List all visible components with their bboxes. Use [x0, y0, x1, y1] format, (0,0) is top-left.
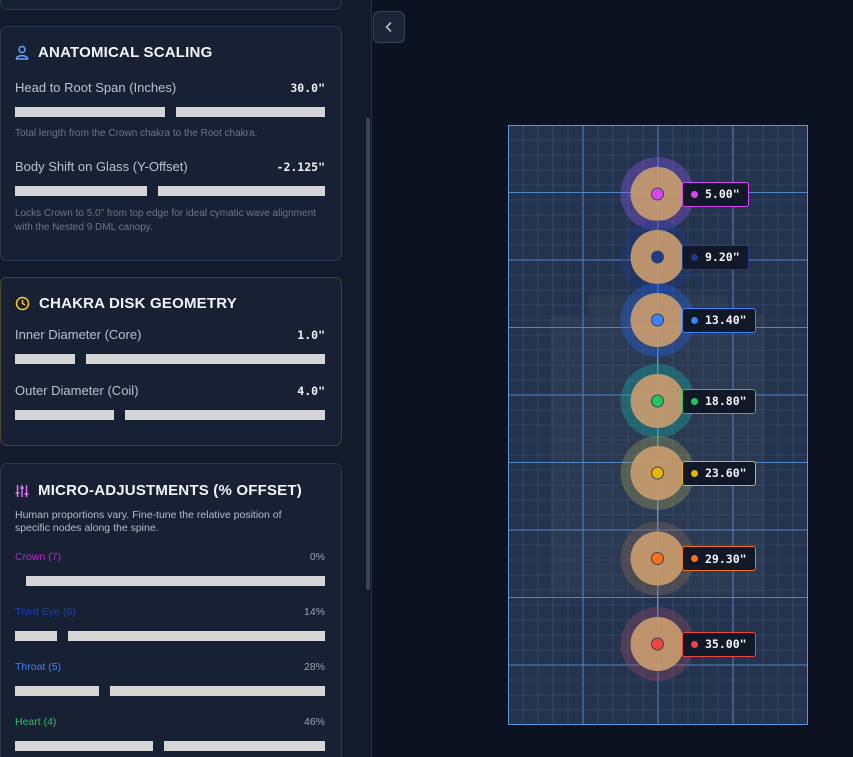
marker-value: 35.00": [705, 637, 747, 651]
inner-diameter-slider[interactable]: [15, 352, 325, 366]
chevron-left-icon: [385, 21, 392, 33]
sidebar-scrollbar[interactable]: [366, 118, 370, 590]
node-offset-slider-track[interactable]: [15, 741, 325, 751]
marker-value: 13.40": [705, 313, 747, 327]
shift-value: -2.125": [276, 160, 325, 174]
chakra-core-dot: [651, 552, 664, 565]
node-percent: 28%: [303, 661, 325, 673]
shift-slider-track[interactable]: [15, 186, 325, 196]
marker-color-dot: [691, 640, 698, 648]
outer-diameter-value: 4.0": [297, 384, 325, 398]
anatomical-scaling-card: ANATOMICAL SCALING Head to Root Span (In…: [0, 26, 342, 261]
chakra-core-dot: [651, 187, 664, 201]
marker-color-dot: [691, 253, 698, 261]
span-slider[interactable]: [15, 105, 325, 119]
span-slider-thumb[interactable]: [165, 105, 176, 119]
shift-slider-thumb[interactable]: [147, 184, 158, 198]
chakra-disk-geometry-card: CHAKRA DISK GEOMETRY Inner Diameter (Cor…: [0, 277, 342, 446]
node-offset-slider[interactable]: [15, 629, 325, 643]
span-help: Total length from the Crown chakra to th…: [15, 128, 258, 139]
span-label: Head to Root Span (Inches): [15, 80, 177, 95]
outer-diameter-slider-track[interactable]: [15, 410, 325, 420]
marker-color-dot: [691, 316, 698, 324]
marker-color-dot: [691, 397, 698, 405]
chakra-geometry-heading: CHAKRA DISK GEOMETRY: [15, 295, 237, 312]
marker-value: 5.00": [705, 187, 740, 201]
anatomical-scaling-heading: ANATOMICAL SCALING: [15, 44, 212, 61]
node-label: Throat (5): [15, 661, 62, 673]
sliders-icon: [15, 484, 29, 497]
clock-icon: [15, 296, 30, 311]
marker-value: 9.20": [705, 250, 740, 264]
chakra-core-dot: [651, 466, 664, 480]
anatomical-scaling-title: ANATOMICAL SCALING: [38, 44, 213, 61]
marker-color-dot: [691, 190, 698, 198]
previous-card: [0, 0, 342, 10]
node-label: Heart (4): [15, 716, 57, 728]
node-offset-slider-track[interactable]: [15, 576, 325, 586]
shift-help: Locks Crown to 5.0" from top edge for id…: [15, 208, 316, 233]
micro-adjustments-title: MICRO-ADJUSTMENTS (% OFFSET): [38, 482, 302, 499]
marker-position-label: 13.40": [682, 307, 756, 333]
node-label: Third Eye (6): [15, 606, 76, 618]
inner-diameter-label: Inner Diameter (Core): [15, 327, 142, 342]
chakra-geometry-title: CHAKRA DISK GEOMETRY: [39, 295, 237, 312]
outer-diameter-slider-thumb[interactable]: [114, 408, 125, 422]
marker-color-dot: [691, 555, 698, 562]
shift-label: Body Shift on Glass (Y-Offset): [15, 159, 188, 174]
node-offset-slider[interactable]: [15, 684, 325, 698]
chakra-core-dot: [651, 637, 664, 651]
chakra-core-dot: [651, 250, 664, 264]
marker-value: 18.80": [705, 394, 747, 408]
node-offset-slider-thumb[interactable]: [99, 684, 110, 698]
outer-diameter-label: Outer Diameter (Coil): [15, 383, 139, 398]
shift-slider[interactable]: [15, 184, 325, 198]
chakra-core-dot: [651, 313, 664, 327]
node-label: Crown (7): [15, 551, 62, 563]
inner-diameter-slider-thumb[interactable]: [75, 352, 86, 366]
micro-adjustments-card: MICRO-ADJUSTMENTS (% OFFSET) Human propo…: [0, 463, 342, 757]
node-offset-slider-thumb[interactable]: [153, 739, 164, 753]
span-value: 30.0": [290, 81, 325, 95]
control-sidebar: ANATOMICAL SCALING Head to Root Span (In…: [0, 0, 372, 757]
node-offset-slider-thumb[interactable]: [15, 574, 26, 588]
marker-position-label: 5.00": [682, 181, 749, 207]
chakra-core-dot: [651, 394, 664, 408]
node-percent: 14%: [303, 606, 325, 618]
marker-position-label: 18.80": [682, 388, 756, 414]
glass-panel-visualization: [508, 125, 808, 725]
collapse-sidebar-button[interactable]: [373, 11, 405, 43]
micro-adjustments-heading: MICRO-ADJUSTMENTS (% OFFSET): [15, 482, 302, 499]
marker-value: 29.30": [705, 551, 747, 566]
inner-diameter-value: 1.0": [297, 328, 325, 342]
node-percent: 0%: [309, 551, 325, 563]
marker-position-label: 35.00": [682, 631, 756, 657]
marker-value: 23.60": [705, 466, 747, 480]
node-percent: 46%: [303, 716, 325, 728]
node-offset-slider[interactable]: [15, 574, 325, 588]
person-icon: [15, 45, 29, 60]
node-offset-slider-track[interactable]: [15, 686, 325, 696]
node-offset-slider[interactable]: [15, 739, 325, 753]
marker-color-dot: [691, 469, 698, 477]
node-offset-slider-thumb[interactable]: [57, 629, 68, 643]
outer-diameter-slider[interactable]: [15, 408, 325, 422]
marker-position-label: 29.30": [682, 546, 756, 571]
micro-adjustments-description: Human proportions vary. Fine-tune the re…: [15, 509, 282, 534]
marker-position-label: 23.60": [682, 460, 756, 486]
marker-position-label: 9.20": [682, 244, 749, 270]
inner-diameter-slider-track[interactable]: [15, 354, 325, 364]
